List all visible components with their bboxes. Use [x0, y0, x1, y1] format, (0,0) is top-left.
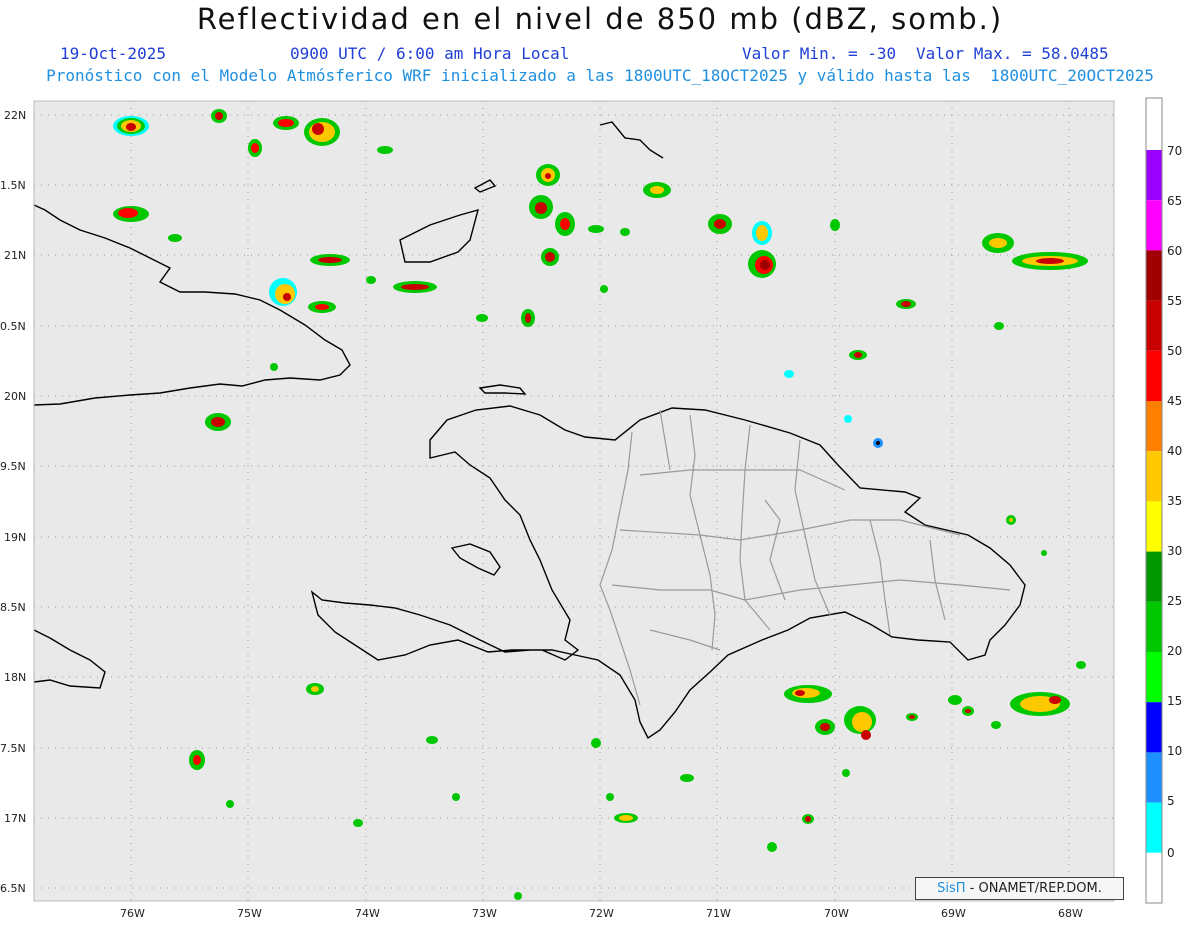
forecast-time: 0900 UTC / 6:00 am Hora Local	[290, 44, 570, 63]
lat-label: 22N	[4, 109, 26, 122]
echo-cell	[784, 685, 832, 703]
min-value: Valor Min. = -30	[742, 44, 897, 63]
credit-brand: SisΠ	[937, 881, 966, 896]
echo-cell	[1006, 515, 1016, 525]
echo-cell	[113, 116, 149, 136]
echo-cell	[273, 116, 299, 130]
longitude-labels: 76W 75W 74W 73W 72W 71W 70W 69W 68W	[120, 907, 1083, 920]
colorbar-label: 35	[1167, 494, 1182, 508]
echo-cell	[529, 195, 553, 219]
lat-label: 20N	[4, 390, 26, 403]
lat-label: 17N	[4, 812, 26, 825]
echo-cell	[708, 214, 732, 234]
lon-label: 68W	[1058, 907, 1083, 920]
lon-label: 75W	[237, 907, 262, 920]
colorbar-swatch	[1146, 752, 1162, 803]
echo-cell	[1012, 252, 1088, 270]
echo-cell	[541, 248, 559, 266]
lon-label: 74W	[355, 907, 380, 920]
lon-label: 73W	[472, 907, 497, 920]
colorbar-label: 60	[1167, 244, 1182, 258]
colorbar-swatch	[1146, 300, 1162, 351]
credit-box: SisΠ - ONAMET/REP.DOM.	[915, 877, 1124, 900]
colorbar-label: 50	[1167, 344, 1182, 358]
echo-cell	[748, 250, 776, 278]
map-figure: 22N 1.5N 21N 0.5N 20N 9.5N 19N 8.5N 18N …	[0, 97, 1182, 920]
colorbar-labels: 70 65 60 55 50 45 40 35 30 25 20 15 10 5…	[1167, 144, 1182, 860]
colorbar-label: 40	[1167, 444, 1182, 458]
colorbar-label: 45	[1167, 394, 1182, 408]
echo-cell	[211, 109, 227, 123]
colorbar-swatch	[1146, 150, 1162, 201]
colorbar-label: 0	[1167, 846, 1175, 860]
echo-cell	[205, 413, 231, 431]
echo-cell	[113, 206, 149, 222]
lat-label: 0.5N	[0, 320, 26, 333]
echo-cell	[393, 281, 437, 293]
colorbar-label: 5	[1167, 794, 1175, 808]
max-value: Valor Max. = 58.0485	[916, 44, 1109, 63]
colorbar-swatch	[1146, 601, 1162, 652]
lat-label: 6.5N	[0, 882, 26, 895]
colorbar-swatch	[1146, 802, 1162, 853]
colorbar-swatch	[1146, 702, 1162, 753]
colorbar-swatch	[1146, 451, 1162, 502]
echo-cell	[982, 233, 1014, 253]
colorbar-label: 15	[1167, 694, 1182, 708]
echo-cell	[849, 350, 867, 360]
colorbar	[1145, 97, 1163, 904]
latitude-labels: 22N 1.5N 21N 0.5N 20N 9.5N 19N 8.5N 18N …	[0, 109, 26, 895]
echo-cell	[896, 299, 916, 309]
colorbar-swatch	[1146, 200, 1162, 251]
colorbar-swatch	[1146, 350, 1162, 401]
lat-label: 18N	[4, 671, 26, 684]
forecast-subtitle: Pronóstico con el Modelo Atmósferico WRF…	[46, 66, 1154, 85]
echo-cell	[306, 683, 324, 695]
echo-cell	[521, 309, 535, 327]
echo-cell	[873, 438, 883, 448]
lat-label: 19N	[4, 531, 26, 544]
echo-cell	[555, 212, 575, 236]
colorbar-label: 20	[1167, 644, 1182, 658]
lat-label: 8.5N	[0, 601, 26, 614]
colorbar-swatch	[1146, 401, 1162, 452]
colorbar-label: 55	[1167, 294, 1182, 308]
lon-label: 70W	[824, 907, 849, 920]
echo-cell	[189, 750, 205, 770]
lon-label: 69W	[941, 907, 966, 920]
colorbar-swatch	[1146, 852, 1162, 903]
colorbar-label: 10	[1167, 744, 1182, 758]
colorbar-label: 25	[1167, 594, 1182, 608]
echo-cell	[308, 301, 336, 313]
colorbar-top-cap	[1146, 98, 1162, 150]
colorbar-label: 70	[1167, 144, 1182, 158]
echo-cell	[269, 278, 297, 306]
echo-cell	[248, 139, 262, 157]
echo-cell	[815, 719, 835, 735]
echo-cell	[906, 713, 918, 721]
echo-cell	[1010, 692, 1070, 716]
lat-label: 7.5N	[0, 742, 26, 755]
page-title: Reflectividad en el nivel de 850 mb (dBZ…	[196, 2, 1004, 36]
echo-cell	[304, 118, 340, 146]
lat-label: 1.5N	[0, 179, 26, 192]
echo-cell	[752, 221, 772, 245]
lon-label: 72W	[589, 907, 614, 920]
echo-cell	[614, 813, 638, 823]
colorbar-swatch	[1146, 501, 1162, 552]
lon-label: 71W	[706, 907, 731, 920]
colorbar-swatch	[1146, 652, 1162, 703]
forecast-date: 19-Oct-2025	[60, 44, 166, 63]
echo-cell	[310, 254, 350, 266]
echo-cell	[536, 164, 560, 186]
colorbar-label: 65	[1167, 194, 1182, 208]
colorbar-swatch	[1146, 250, 1162, 301]
lon-label: 76W	[120, 907, 145, 920]
echo-cell	[643, 182, 671, 198]
colorbar-swatch	[1146, 551, 1162, 602]
credit-text: - ONAMET/REP.DOM.	[965, 881, 1102, 896]
lat-label: 21N	[4, 249, 26, 262]
colorbar-label: 30	[1167, 544, 1182, 558]
lat-label: 9.5N	[0, 460, 26, 473]
